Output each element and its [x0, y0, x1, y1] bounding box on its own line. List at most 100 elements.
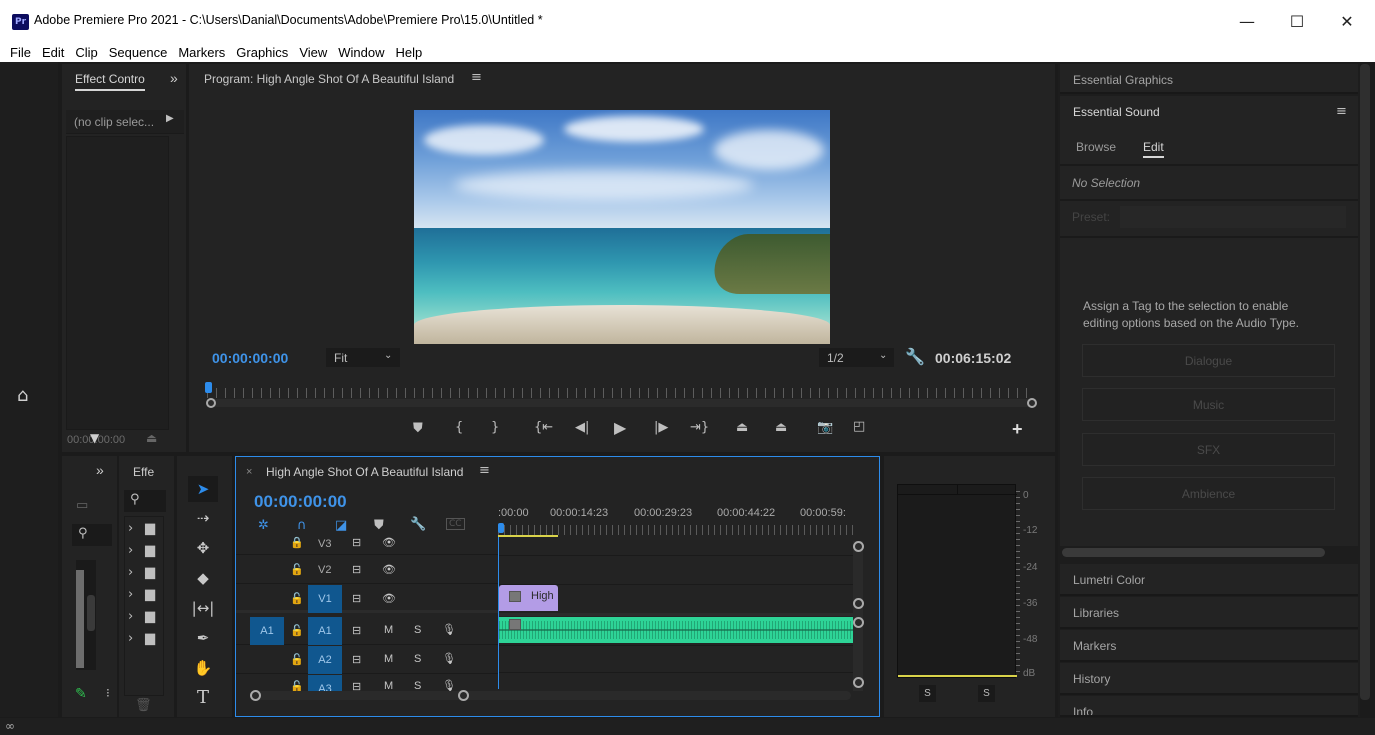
slip-tool-icon[interactable]: |↔| — [188, 595, 218, 621]
pencil-icon[interactable]: ✎ — [75, 686, 87, 702]
tab-effects[interactable]: Effe — [133, 465, 154, 479]
home-icon[interactable]: ⌂ — [17, 385, 28, 406]
linked-selection-icon[interactable]: ◪ — [335, 518, 347, 533]
track-a1-target[interactable]: A1 — [308, 617, 342, 645]
expand-chevron-icon[interactable]: › — [128, 609, 133, 624]
lock-icon[interactable]: 🔒 — [290, 536, 304, 549]
menu-file[interactable]: File — [10, 45, 31, 60]
selection-tool-icon[interactable]: ➤ — [188, 476, 218, 502]
add-button[interactable]: + — [1012, 419, 1023, 440]
nest-icon[interactable]: ✲ — [258, 518, 269, 533]
zoom-handle-right[interactable] — [458, 690, 469, 701]
mark-out-icon[interactable]: } — [491, 420, 499, 435]
type-tool-icon[interactable]: T — [188, 685, 218, 711]
track-v3-label[interactable]: V3 — [318, 538, 331, 550]
sync-lock-icon[interactable]: ⊟ — [352, 653, 361, 666]
settings-wrench-icon[interactable]: 🔧 — [905, 347, 925, 366]
video-scroll-handle[interactable] — [853, 598, 864, 609]
mute-a2-button[interactable]: M — [384, 653, 393, 665]
menu-clip[interactable]: Clip — [75, 45, 97, 60]
panel-overflow-icon[interactable]: » — [170, 70, 178, 86]
panel-markers[interactable]: Markers — [1060, 630, 1358, 662]
ripple-edit-tool-icon[interactable]: ✥ — [188, 535, 218, 561]
expand-chevron-icon[interactable]: › — [128, 631, 133, 646]
audio-clip[interactable] — [499, 617, 853, 643]
expand-chevron-icon[interactable]: › — [128, 587, 133, 602]
step-back-icon[interactable]: ◀| — [575, 420, 589, 435]
expand-chevron-icon[interactable]: › — [128, 565, 133, 580]
go-to-out-icon[interactable]: ⇥} — [690, 420, 709, 435]
microphone-icon[interactable]: 🎙 — [442, 652, 456, 665]
creative-cloud-icon[interactable]: ∞ — [5, 719, 15, 733]
program-current-time[interactable]: 00:00:00:00 — [212, 350, 288, 366]
go-to-in-icon[interactable]: {⇤ — [534, 420, 553, 435]
add-marker-icon[interactable]: ⛊ — [413, 421, 423, 436]
video-scroll-handle[interactable] — [853, 541, 864, 552]
menu-help[interactable]: Help — [396, 45, 423, 60]
zoom-slider-track[interactable] — [76, 560, 96, 670]
clip-selector[interactable]: (no clip selec... ▶ — [66, 110, 184, 134]
trash-icon[interactable]: 🗑 — [135, 698, 152, 713]
extract-icon[interactable]: ⏏ — [775, 420, 787, 435]
panel-lumetri-color[interactable]: Lumetri Color — [1060, 564, 1358, 596]
zoom-handle-left[interactable] — [206, 398, 216, 408]
preset-select[interactable] — [1120, 206, 1346, 228]
source-a1-patch[interactable]: A1 — [250, 617, 284, 645]
sync-lock-icon[interactable]: ⊟ — [352, 563, 361, 576]
play-icon[interactable]: ▶ — [614, 418, 626, 437]
panel-info[interactable]: Info — [1060, 696, 1358, 717]
timeline-settings-wrench-icon[interactable]: 🔧 — [410, 517, 426, 532]
step-forward-icon[interactable]: |▶ — [654, 420, 668, 435]
tab-edit[interactable]: Edit — [1143, 140, 1164, 158]
panel-menu-icon[interactable]: ≡ — [471, 70, 482, 85]
audio-scroll-handle[interactable] — [853, 677, 864, 688]
close-button[interactable]: ✕ — [1327, 10, 1367, 34]
menu-view[interactable]: View — [299, 45, 327, 60]
vertical-scrollbar[interactable] — [1360, 64, 1370, 700]
tag-ambience-button[interactable]: Ambience — [1082, 477, 1335, 510]
panel-options-icon[interactable]: ⁝ — [106, 686, 110, 700]
lock-icon[interactable]: 🔓 — [290, 592, 304, 605]
hand-tool-icon[interactable]: ✋ — [188, 655, 218, 681]
tag-music-button[interactable]: Music — [1082, 388, 1335, 421]
tag-dialogue-button[interactable]: Dialogue — [1082, 344, 1335, 377]
video-clip[interactable]: High — [499, 585, 558, 611]
menu-graphics[interactable]: Graphics — [236, 45, 288, 60]
menu-edit[interactable]: Edit — [42, 45, 64, 60]
lock-icon[interactable]: 🔓 — [290, 624, 304, 637]
horizontal-scrollbar[interactable] — [1062, 548, 1325, 557]
timeline-playhead[interactable] — [498, 523, 504, 533]
lock-icon[interactable]: 🔓 — [290, 653, 304, 666]
solo-a2-button[interactable]: S — [414, 653, 421, 665]
zoom-handle-left[interactable] — [250, 690, 261, 701]
panel-history[interactable]: History — [1060, 663, 1358, 695]
track-a2-target[interactable]: A2 — [308, 646, 342, 674]
solo-right-button[interactable]: S — [978, 685, 995, 702]
track-select-tool-icon[interactable]: ⇢ — [188, 505, 218, 531]
timeline-horizontal-scrollbar[interactable] — [251, 691, 851, 700]
panel-libraries[interactable]: Libraries — [1060, 597, 1358, 629]
audio-scroll-handle[interactable] — [853, 617, 864, 628]
zoom-slider-thumb[interactable] — [87, 595, 95, 631]
timeline-timecode[interactable]: 00:00:00:00 — [254, 492, 347, 512]
eye-icon[interactable]: 👁 — [382, 563, 396, 576]
zoom-handle-right[interactable] — [1027, 398, 1037, 408]
tag-sfx-button[interactable]: SFX — [1082, 433, 1335, 466]
effects-search[interactable]: ⚲ — [124, 490, 166, 512]
close-sequence-icon[interactable]: × — [246, 466, 252, 478]
panel-overflow-icon[interactable]: » — [96, 462, 104, 478]
export-icon[interactable]: ⏏ — [146, 431, 157, 445]
expand-chevron-icon[interactable]: › — [128, 543, 133, 558]
sync-lock-icon[interactable]: ⊟ — [352, 536, 361, 549]
add-marker-icon[interactable]: ⛊ — [374, 518, 384, 533]
eye-icon[interactable]: 👁 — [382, 592, 396, 605]
lift-icon[interactable]: ⏏ — [736, 420, 748, 435]
sync-lock-icon[interactable]: ⊟ — [352, 624, 361, 637]
sync-lock-icon[interactable]: ⊟ — [352, 592, 361, 605]
project-search[interactable]: ⚲ — [72, 524, 112, 546]
playhead-marker[interactable] — [205, 382, 212, 393]
mark-in-icon[interactable]: { — [455, 420, 463, 435]
panel-menu-icon[interactable]: ≡ — [1336, 104, 1347, 119]
lock-icon[interactable]: 🔓 — [290, 563, 304, 576]
export-frame-camera-icon[interactable]: 📷 — [817, 420, 833, 435]
